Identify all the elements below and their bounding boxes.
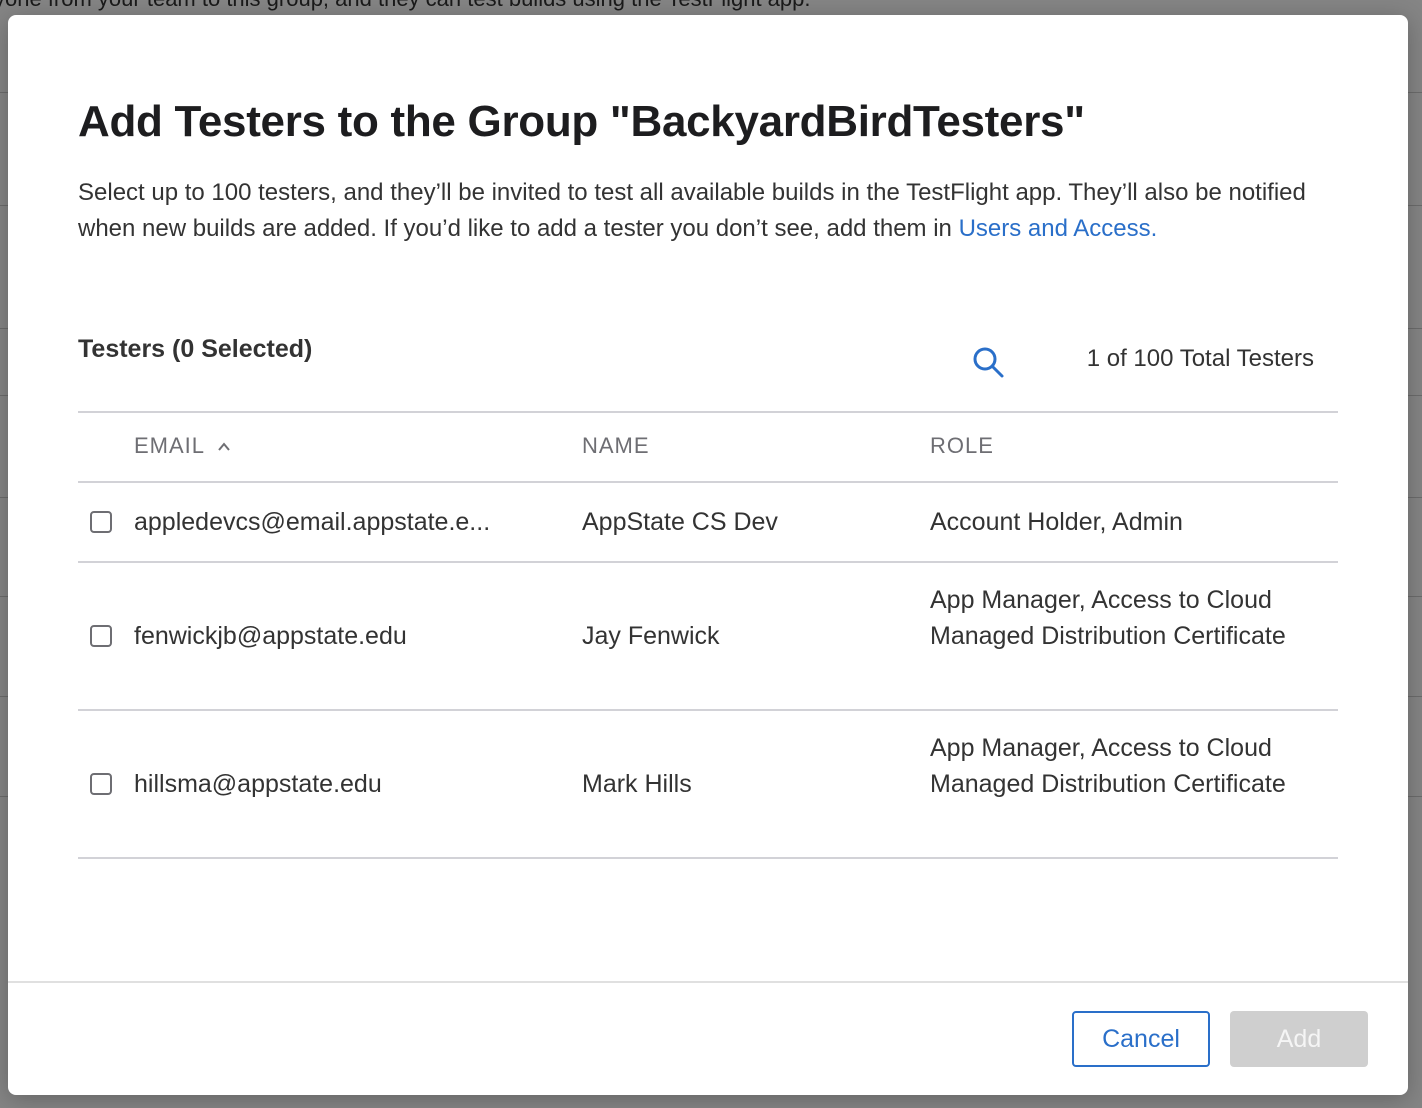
testers-selected-heading: Testers (0 Selected) <box>78 335 313 363</box>
tester-email: appledevcs@email.appstate.e... <box>134 508 491 536</box>
table-row[interactable]: hillsma@appstate.edu Mark Hills App Mana… <box>78 711 1338 859</box>
tester-name: Jay Fenwick <box>582 622 720 650</box>
tester-role: Account Holder, Admin <box>930 508 1183 536</box>
search-icon[interactable] <box>970 344 1006 380</box>
tester-email: hillsma@appstate.edu <box>134 770 382 798</box>
dialog-title: Add Testers to the Group "BackyardBirdTe… <box>78 97 1085 146</box>
cancel-button[interactable]: Cancel <box>1072 1011 1210 1067</box>
add-testers-dialog: Add Testers to the Group "BackyardBirdTe… <box>8 15 1408 1095</box>
dialog-description: Select up to 100 testers, and they’ll be… <box>78 175 1318 247</box>
testers-table: EMAIL NAME ROLE appledevcs@email.appstat… <box>78 411 1338 859</box>
row-checbox[interactable] <box>90 625 112 647</box>
row-checkbox[interactable] <box>90 773 112 795</box>
total-testers-count: 1 of 100 Total Testers <box>1086 345 1314 372</box>
column-header-name[interactable]: NAME <box>582 433 650 459</box>
column-header-email-label: EMAIL <box>134 433 205 458</box>
footer-divider <box>8 981 1408 983</box>
tester-name: Mark Hills <box>582 770 692 798</box>
table-header: EMAIL NAME ROLE <box>78 411 1338 483</box>
table-row[interactable]: appledevcs@email.appstate.e... AppState … <box>78 483 1338 563</box>
chevron-up-icon <box>218 442 231 451</box>
tester-role: App Manager, Access to Cloud Managed Dis… <box>930 734 1286 798</box>
users-and-access-link[interactable]: Users and Access. <box>959 215 1158 242</box>
column-header-role[interactable]: ROLE <box>930 433 994 459</box>
row-checkbox[interactable] <box>90 511 112 533</box>
column-header-email[interactable]: EMAIL <box>134 433 231 459</box>
table-row[interactable]: fenwickjb@appstate.edu Jay Fenwick App M… <box>78 563 1338 711</box>
tester-email: fenwickjb@appstate.edu <box>134 622 407 650</box>
tester-name: AppState CS Dev <box>582 508 778 536</box>
add-button[interactable]: Add <box>1230 1011 1368 1067</box>
tester-role: App Manager, Access to Cloud Managed Dis… <box>930 586 1286 650</box>
